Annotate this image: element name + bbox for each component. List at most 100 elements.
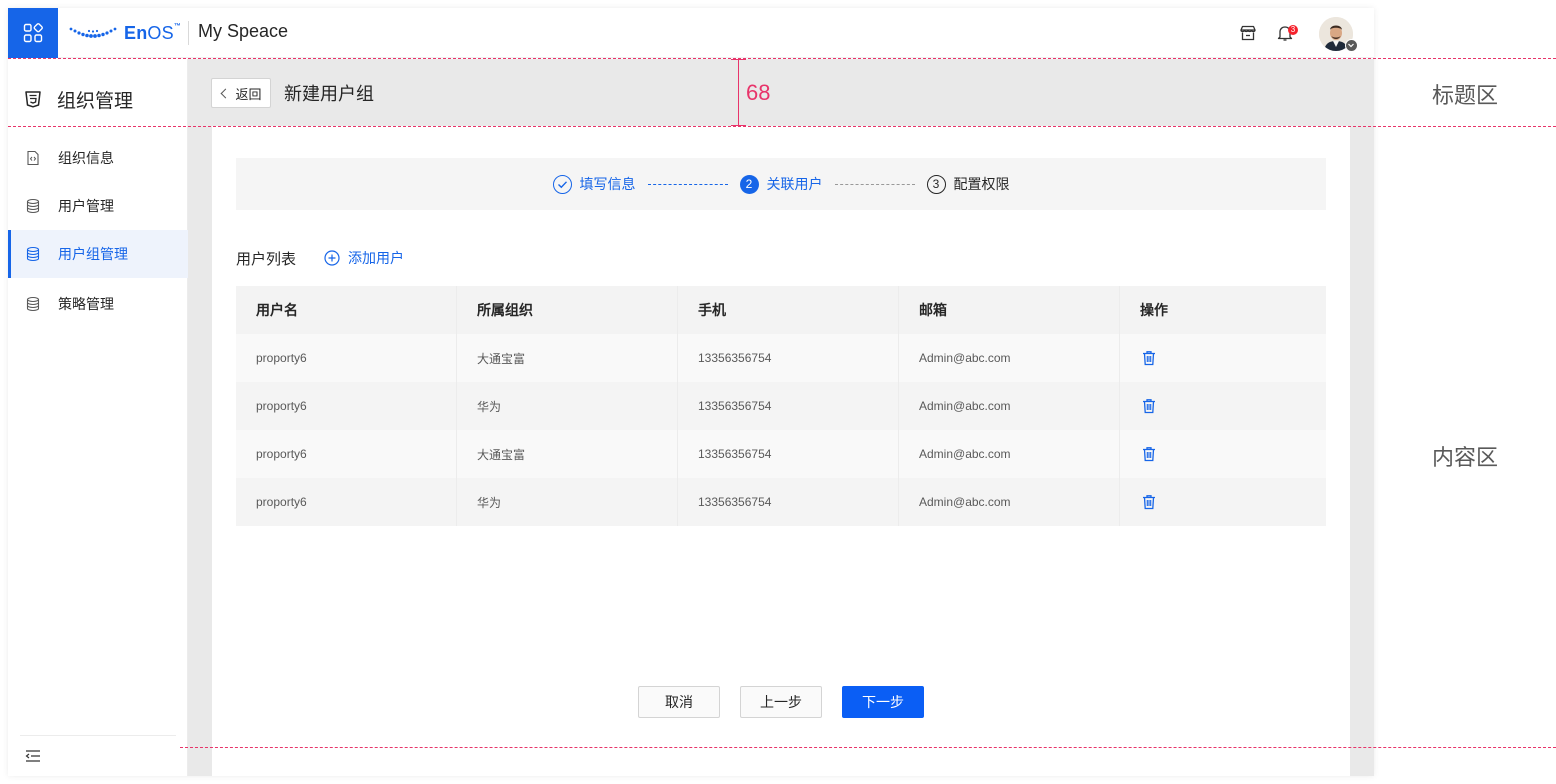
- cell-actions: [1120, 430, 1326, 478]
- column-header: 操作: [1140, 302, 1168, 318]
- enos-logo[interactable]: EnOS™: [68, 22, 181, 44]
- html5-shield-icon: [25, 91, 41, 108]
- step-number: 2: [739, 174, 759, 194]
- check-icon: [552, 174, 572, 194]
- add-user-button[interactable]: 添加用户: [324, 248, 404, 268]
- sidebar-item-org-info[interactable]: 组织信息: [8, 134, 188, 182]
- chevron-down-icon[interactable]: [1345, 39, 1358, 52]
- cell-username: proporty6: [236, 478, 457, 526]
- column-header: 手机: [678, 286, 899, 334]
- sidebar-item-policy-mgmt[interactable]: 策略管理: [8, 280, 188, 328]
- sidebar-item-label: 策略管理: [58, 296, 114, 312]
- title-area-label: 标题区: [1432, 83, 1499, 108]
- cell-username: proporty6: [236, 382, 457, 430]
- page-title: 新建用户组: [284, 84, 374, 104]
- step-link-users: 2 关联用户: [739, 174, 823, 194]
- back-button[interactable]: 返回: [211, 78, 271, 108]
- cell-org: 大通宝富: [457, 334, 678, 382]
- cell-username: proporty6: [236, 430, 457, 478]
- column-header: 邮箱: [899, 286, 1120, 334]
- sidebar-item-user-mgmt[interactable]: 用户管理: [8, 182, 188, 230]
- plus-circle-icon: [324, 250, 340, 266]
- sidebar-header: 组织管理: [24, 87, 134, 112]
- cell-username: proporty6: [236, 334, 457, 382]
- dimension-marker: [738, 59, 739, 126]
- sidebar-item-label: 组织信息: [58, 150, 114, 166]
- app-title: My Speace: [198, 21, 289, 41]
- column-header: 用户名: [236, 286, 457, 334]
- table-row: proporty6 大通宝富 13356356754 Admin@abc.com: [236, 430, 1326, 478]
- header-divider: [188, 21, 189, 45]
- trash-icon[interactable]: [1141, 350, 1157, 366]
- step-label: 配置权限: [953, 176, 1010, 192]
- dimension-value: 68: [746, 80, 771, 105]
- cell-phone: 13356356754: [678, 430, 899, 478]
- add-user-label: 添加用户: [348, 250, 405, 266]
- database-icon: [25, 246, 41, 262]
- sidebar: 组织管理 组织信息 用户管理 用户组管理 策略管理: [8, 59, 188, 776]
- annotation-guide-line: [180, 747, 1556, 748]
- dimension-tick: [731, 59, 746, 60]
- file-code-icon: [25, 150, 41, 166]
- cell-email: Admin@abc.com: [899, 478, 1120, 526]
- database-icon: [25, 296, 41, 312]
- logo-dots-icon: [69, 27, 117, 38]
- step-label: 关联用户: [766, 176, 823, 192]
- sidebar-title: 组织管理: [57, 90, 134, 112]
- dimension-tick: [731, 125, 746, 126]
- next-step-button[interactable]: 下一步: [842, 686, 924, 718]
- cell-actions: [1120, 382, 1326, 430]
- trash-icon[interactable]: [1141, 398, 1157, 414]
- user-list-title: 用户列表: [236, 250, 297, 268]
- table-row: proporty6 华为 13356356754 Admin@abc.com: [236, 478, 1326, 526]
- database-icon: [25, 198, 41, 214]
- cell-org: 华为: [457, 382, 678, 430]
- store-icon[interactable]: [1238, 23, 1258, 43]
- apps-grid-icon[interactable]: [8, 8, 58, 58]
- cell-phone: 13356356754: [678, 334, 899, 382]
- menu-collapse-icon[interactable]: [25, 748, 41, 764]
- back-button-label: 返回: [235, 86, 262, 102]
- prev-step-button[interactable]: 上一步: [740, 686, 822, 718]
- cell-email: Admin@abc.com: [899, 382, 1120, 430]
- annotation-guide-line: [8, 58, 1556, 59]
- cell-org: 大通宝富: [457, 430, 678, 478]
- chevron-left-icon: [221, 88, 231, 98]
- step-config-permissions: 3 配置权限: [926, 174, 1010, 194]
- cell-phone: 13356356754: [678, 382, 899, 430]
- user-table: 用户名 所属组织 手机 邮箱 操作 proporty6 大通宝富 1335635…: [236, 286, 1326, 526]
- annotation-guide-line: [8, 126, 1556, 127]
- cell-actions: [1120, 478, 1326, 526]
- table-row: proporty6 大通宝富 13356356754 Admin@abc.com: [236, 334, 1326, 382]
- cancel-button[interactable]: 取消: [638, 686, 720, 718]
- user-list-header: 用户列表 添加用户: [236, 247, 404, 269]
- content-area-label: 内容区: [1432, 445, 1499, 470]
- sidebar-divider: [20, 735, 176, 736]
- cell-email: Admin@abc.com: [899, 334, 1120, 382]
- table-header-row: 用户名 所属组织 手机 邮箱 操作: [236, 286, 1326, 334]
- top-header: EnOS™ My Speace 3: [8, 8, 1374, 58]
- app-window: EnOS™ My Speace 3 组织管理 组织信息 用户管理 用户组管理 策…: [8, 8, 1374, 776]
- step-number: 3: [926, 174, 946, 194]
- step-label: 填写信息: [579, 176, 636, 192]
- step-connector: [647, 183, 728, 185]
- trash-icon[interactable]: [1141, 446, 1157, 462]
- trash-icon[interactable]: [1141, 494, 1157, 510]
- cell-email: Admin@abc.com: [899, 430, 1120, 478]
- sidebar-item-label: 用户管理: [58, 198, 114, 214]
- notification-badge: 3: [1288, 25, 1298, 35]
- cell-org: 华为: [457, 478, 678, 526]
- cell-actions: [1120, 334, 1326, 382]
- table-row: proporty6 华为 13356356754 Admin@abc.com: [236, 382, 1326, 430]
- cell-phone: 13356356754: [678, 478, 899, 526]
- step-connector: [834, 183, 915, 185]
- logo-text: EnOS™: [124, 22, 182, 43]
- column-header: 所属组织: [457, 286, 678, 334]
- step-fill-info: 填写信息: [552, 174, 636, 194]
- main-area: 返回 新建用户组 填写信息 2 关联用户 3 配置权限 用户列表 添加用户 用户…: [188, 59, 1374, 776]
- sidebar-item-user-group-mgmt[interactable]: 用户组管理: [8, 230, 188, 278]
- title-bar: 返回 新建用户组: [188, 59, 1374, 126]
- steps-bar: 填写信息 2 关联用户 3 配置权限: [236, 158, 1326, 210]
- sidebar-item-label: 用户组管理: [58, 246, 128, 262]
- content-panel: 填写信息 2 关联用户 3 配置权限 用户列表 添加用户 用户名 所属组织 手机…: [212, 126, 1350, 776]
